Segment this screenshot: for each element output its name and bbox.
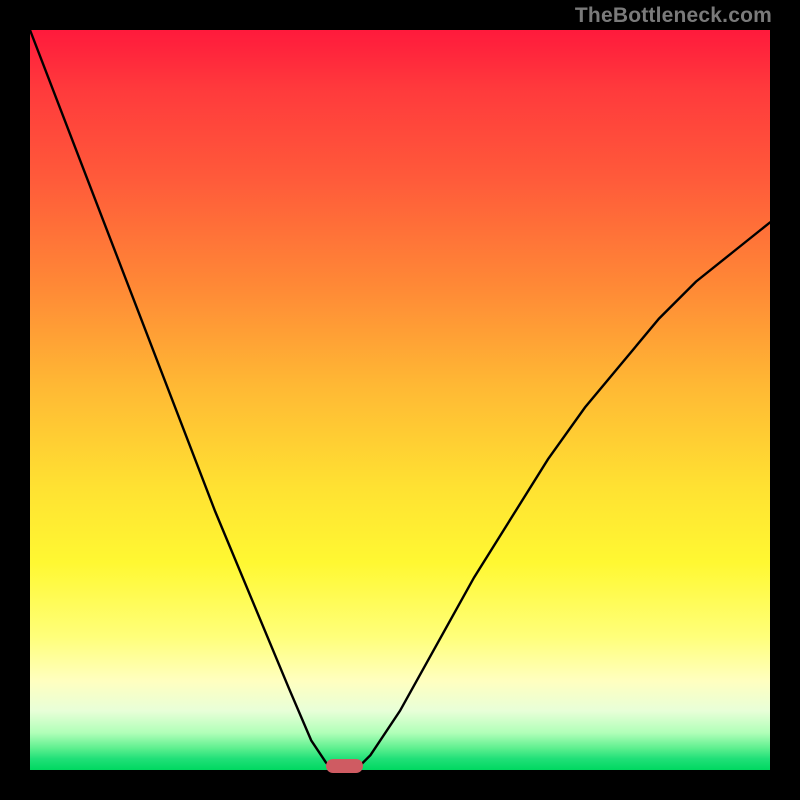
- bottleneck-marker: [326, 759, 363, 773]
- frame: TheBottleneck.com: [0, 0, 800, 800]
- curve-right: [356, 222, 770, 770]
- curve-svg: [0, 0, 800, 800]
- curve-left: [30, 30, 333, 770]
